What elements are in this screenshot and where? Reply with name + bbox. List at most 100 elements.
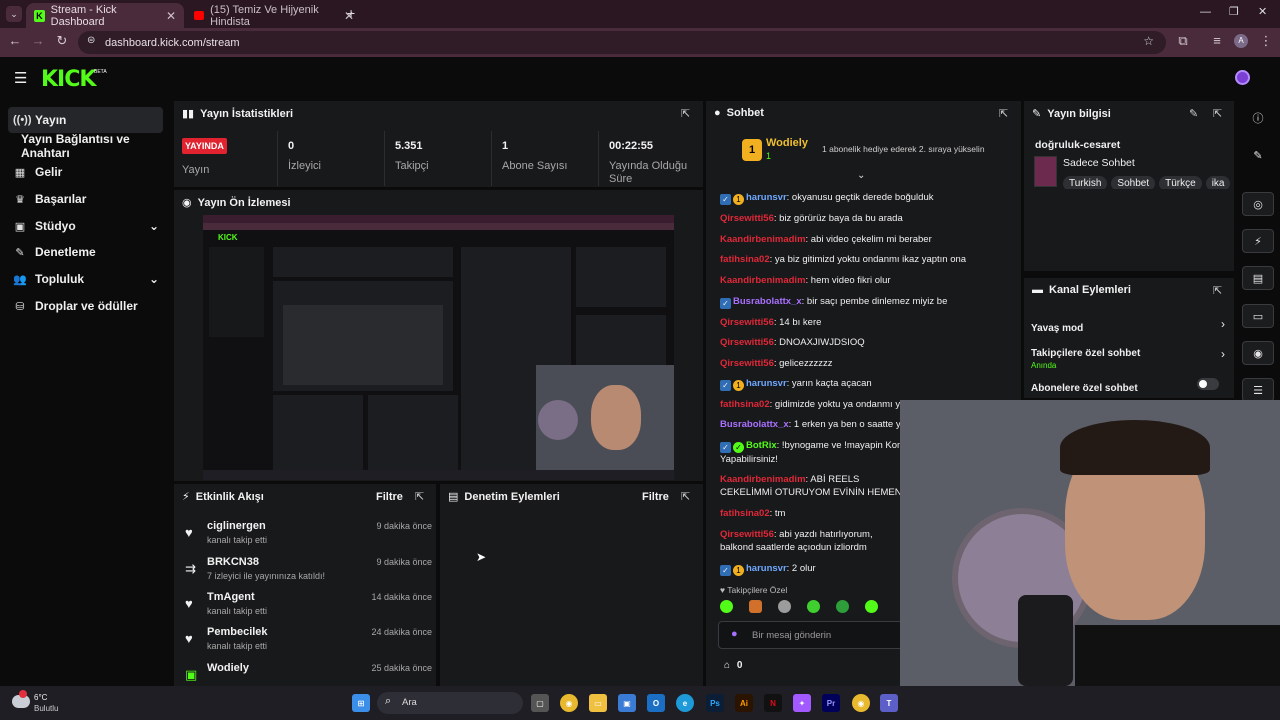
close-icon[interactable]: ✕: [166, 9, 176, 23]
mod-filter-button[interactable]: Filtre: [642, 491, 669, 503]
chat-rail-button[interactable]: ▭: [1242, 304, 1274, 328]
popout-icon[interactable]: ⇱: [681, 107, 690, 120]
popout-icon[interactable]: ⇱: [1213, 284, 1222, 297]
sidebar-item-droplar[interactable]: ⛁ Droplar ve ödüller: [8, 293, 163, 319]
microphone-icon[interactable]: ●: [731, 628, 738, 640]
weather-temp[interactable]: 6°C: [34, 693, 47, 702]
emote-icon[interactable]: [836, 600, 849, 613]
tag[interactable]: Sohbet: [1111, 176, 1156, 189]
photoshop-icon[interactable]: Ps: [706, 694, 724, 712]
address-bar[interactable]: ⊜ dashboard.kick.com/stream ☆: [78, 31, 1166, 54]
settings-rail-button[interactable]: ☰: [1242, 378, 1274, 402]
chat-username[interactable]: harunsvr: [746, 378, 787, 389]
chat-username[interactable]: BotRix: [746, 440, 777, 451]
tag[interactable]: Turkish: [1063, 176, 1108, 189]
teams-icon[interactable]: T: [880, 694, 898, 712]
category-name[interactable]: Sadece Sohbet: [1063, 157, 1135, 169]
edge-icon[interactable]: e: [676, 694, 694, 712]
activity-filter-button[interactable]: Filtre: [376, 491, 403, 503]
site-info-icon[interactable]: ⊜: [87, 35, 95, 46]
slow-mode-row[interactable]: Yavaş mod ›: [1031, 317, 1227, 336]
emote-icon[interactable]: [807, 600, 820, 613]
windows-start-icon[interactable]: ⊞: [352, 694, 370, 712]
broadcast-rail-button[interactable]: ◉: [1242, 341, 1274, 365]
tab-list-icon[interactable]: ⌄: [6, 6, 22, 22]
camera-rail-button[interactable]: ◎: [1242, 192, 1274, 216]
sidebar-item-gelir[interactable]: ▦ Gelir: [8, 159, 163, 185]
back-icon[interactable]: ←: [6, 33, 24, 48]
stream-preview-video[interactable]: KICK: [203, 215, 674, 480]
emote-icon[interactable]: [749, 600, 762, 613]
outlook-icon[interactable]: O: [647, 694, 665, 712]
weather-desc[interactable]: Bulutlu: [34, 704, 58, 713]
chrome-active-icon[interactable]: ◉: [852, 694, 870, 712]
reload-icon[interactable]: ↻: [53, 33, 71, 49]
netflix-icon[interactable]: N: [764, 694, 782, 712]
figma-icon[interactable]: ✦: [793, 694, 811, 712]
activity-user[interactable]: Pembecilek: [207, 626, 268, 638]
sidebar-item-denetleme[interactable]: ✎ Denetleme: [8, 239, 163, 265]
chat-username[interactable]: Busrabolattx_x: [733, 296, 802, 307]
sidebar-item-stream-key[interactable]: Yayın Bağlantısı ve Anahtarı: [16, 132, 176, 160]
browser-menu-icon[interactable]: ⋮: [1257, 33, 1275, 49]
chat-username[interactable]: fatihsina02: [720, 399, 770, 410]
activity-user[interactable]: Wodiely: [207, 662, 249, 674]
tab-youtube[interactable]: (15) Temiz Ve Hijyenik Hindista ✕: [186, 3, 362, 28]
document-rail-button[interactable]: ▤: [1242, 266, 1274, 290]
profile-avatar[interactable]: A: [1234, 34, 1248, 48]
forward-icon[interactable]: →: [29, 33, 47, 48]
chat-username[interactable]: Kaandirbenimadim: [720, 275, 806, 286]
close-window-icon[interactable]: ✕: [1258, 5, 1267, 18]
popout-icon[interactable]: ⇱: [999, 107, 1008, 120]
store-icon[interactable]: ▣: [618, 694, 636, 712]
new-tab-button[interactable]: +: [347, 5, 355, 21]
maximize-icon[interactable]: ❐: [1229, 5, 1239, 18]
points-display[interactable]: ⌂ 0: [724, 660, 742, 671]
extensions-icon[interactable]: ⧉: [1174, 33, 1192, 49]
chat-username[interactable]: Qirsewitti56: [720, 529, 774, 540]
pencil-rail-icon[interactable]: ✎: [1242, 143, 1274, 167]
popout-icon[interactable]: ⇱: [681, 490, 690, 503]
info-rail-icon[interactable]: ⓘ: [1242, 106, 1274, 130]
tag[interactable]: Türkçe: [1159, 176, 1202, 189]
activity-user[interactable]: BRKCN38: [207, 556, 259, 568]
task-view-icon[interactable]: ▢: [531, 694, 549, 712]
collapse-icon[interactable]: ⌄: [857, 170, 865, 181]
sidebar-item-basarilar[interactable]: ♛ Başarılar: [8, 186, 163, 212]
popout-icon[interactable]: ⇱: [1213, 107, 1222, 120]
chat-input[interactable]: ● Bir mesaj gönderin: [718, 621, 918, 649]
chat-username[interactable]: Qirsewitti56: [720, 358, 774, 369]
tab-kick-dashboard[interactable]: K Stream - Kick Dashboard ✕: [26, 3, 184, 28]
chat-username[interactable]: Kaandirbenimadim: [720, 234, 806, 245]
reading-list-icon[interactable]: ≡: [1208, 33, 1226, 48]
emote-icon[interactable]: [720, 600, 733, 613]
emote-icon[interactable]: [865, 600, 878, 613]
hamburger-menu-icon[interactable]: ☰: [14, 69, 27, 87]
popout-icon[interactable]: ⇱: [415, 490, 424, 503]
bolt-rail-button[interactable]: ⚡: [1242, 229, 1274, 253]
chat-username[interactable]: harunsvr: [746, 563, 787, 574]
activity-user[interactable]: TmAgent: [207, 591, 255, 603]
chat-username[interactable]: harunsvr: [746, 192, 787, 203]
chat-username[interactable]: Qirsewitti56: [720, 213, 774, 224]
sidebar-item-yayin[interactable]: ((•)) Yayın: [8, 107, 163, 133]
premiere-icon[interactable]: Pr: [822, 694, 840, 712]
chat-username[interactable]: Qirsewitti56: [720, 337, 774, 348]
file-explorer-icon[interactable]: ▭: [589, 694, 607, 712]
subscribers-only-toggle[interactable]: [1197, 378, 1219, 390]
pinned-user[interactable]: Wodiely: [766, 137, 808, 149]
chrome-icon[interactable]: ◉: [560, 694, 578, 712]
tag[interactable]: ika: [1205, 176, 1231, 189]
illustrator-icon[interactable]: Ai: [735, 694, 753, 712]
sidebar-item-studyo[interactable]: ▣ Stüdyo ⌄: [8, 213, 163, 239]
chat-username[interactable]: Kaandirbenimadim: [720, 474, 806, 485]
taskbar-search[interactable]: ⌕ Ara: [377, 692, 523, 714]
chat-username[interactable]: fatihsina02: [720, 254, 770, 265]
emote-icon[interactable]: [778, 600, 791, 613]
bookmark-star-icon[interactable]: ☆: [1143, 34, 1154, 48]
sidebar-item-topluluk[interactable]: 👥 Topluluk ⌄: [8, 266, 163, 292]
minimize-icon[interactable]: —: [1200, 6, 1211, 18]
followers-only-row[interactable]: Takipçilere özel sohbet Anında ›: [1031, 343, 1227, 370]
chat-username[interactable]: fatihsina02: [720, 508, 770, 519]
chat-username[interactable]: Qirsewitti56: [720, 317, 774, 328]
